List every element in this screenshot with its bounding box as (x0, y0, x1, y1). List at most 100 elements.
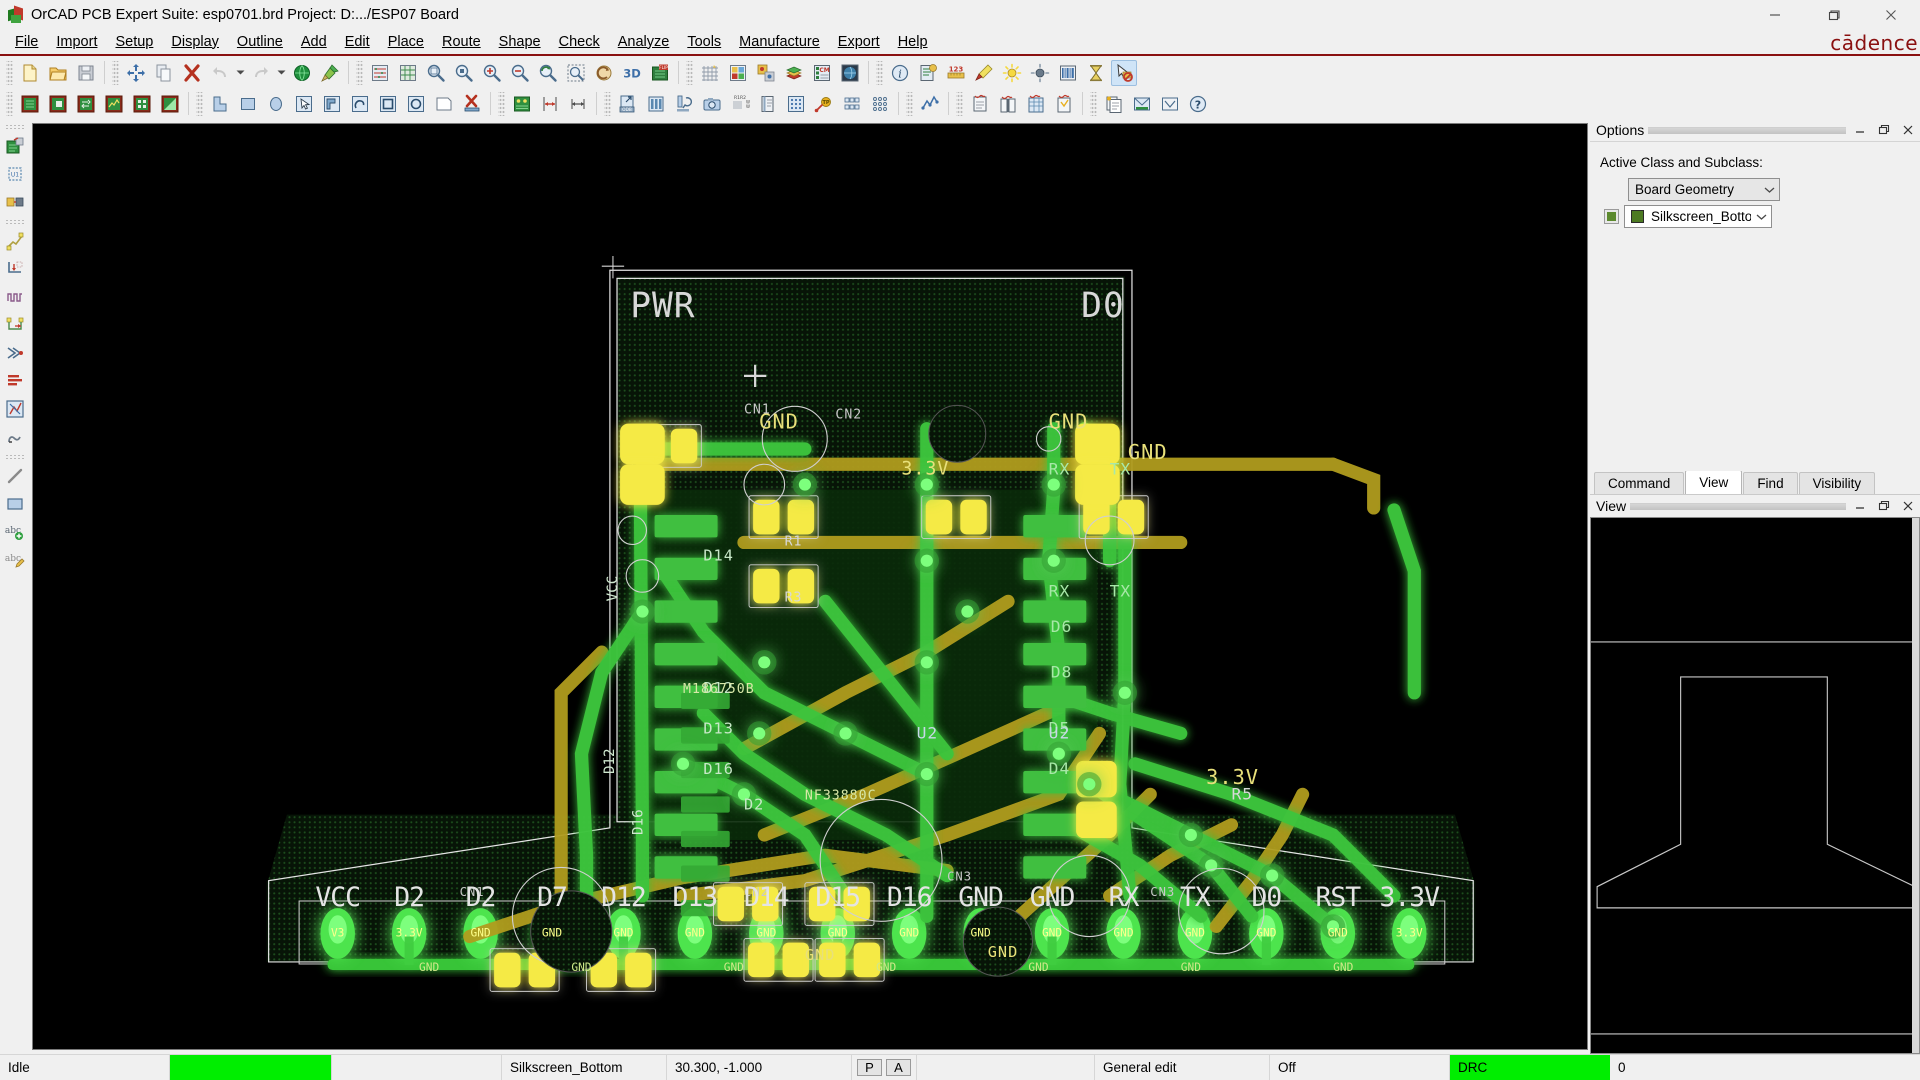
toolbar-grip[interactable] (604, 92, 611, 116)
zoom-fit-icon[interactable] (423, 60, 449, 86)
menu-outline[interactable]: Outline (228, 32, 292, 53)
nc-params-icon[interactable] (839, 91, 865, 117)
view-minimize-button[interactable] (1850, 496, 1870, 516)
view-3d-icon[interactable]: 3D (619, 60, 645, 86)
slide-icon[interactable] (2, 255, 28, 283)
redo-icon[interactable] (248, 60, 274, 86)
photoplot-icon[interactable] (699, 91, 725, 117)
r1r2-icon[interactable]: R1R2W1W2 (727, 91, 753, 117)
add-text-icon[interactable]: abc (2, 518, 28, 546)
placement-edit-icon[interactable] (17, 91, 43, 117)
panel-drag-rail[interactable] (1630, 503, 1846, 510)
toolbar-grip[interactable] (876, 61, 883, 85)
add-connect-icon[interactable] (2, 227, 28, 255)
view-float-button[interactable] (1874, 496, 1894, 516)
autoplace-icon[interactable] (129, 91, 155, 117)
spreadsheet-icon[interactable] (1023, 91, 1049, 117)
toolbar-grip[interactable] (956, 92, 963, 116)
menu-file[interactable]: File (6, 32, 47, 53)
menu-edit[interactable]: Edit (336, 32, 379, 53)
options-minimize-button[interactable] (1850, 120, 1870, 140)
flip-design-icon[interactable]: FLIP (647, 60, 673, 86)
view-preview-canvas[interactable] (1590, 517, 1920, 1054)
shape-circle-icon[interactable] (263, 91, 289, 117)
redo-dropdown-icon[interactable] (275, 60, 288, 86)
minimize-button[interactable] (1746, 0, 1804, 30)
tab-visibility[interactable]: Visibility (1799, 472, 1876, 494)
fanout-icon[interactable] (2, 339, 28, 367)
save-icon[interactable] (73, 60, 99, 86)
options-close-button[interactable] (1898, 120, 1918, 140)
drc-report-icon[interactable] (967, 91, 993, 117)
grid-toggle-icon[interactable] (697, 60, 723, 86)
odb-export-icon[interactable]: ODB (615, 91, 641, 117)
zoom-in-icon[interactable] (479, 60, 505, 86)
toolbar-grip[interactable] (6, 61, 13, 85)
menu-import[interactable]: Import (47, 32, 106, 53)
toolbar-grip[interactable] (112, 61, 119, 85)
active-subclass-dropdown[interactable]: Silkscreen_Bottom (1624, 205, 1772, 228)
dim-baseline-icon[interactable] (565, 91, 591, 117)
toolbar-grip[interactable] (686, 61, 693, 85)
place-manual-icon[interactable] (45, 91, 71, 117)
view-close-button[interactable] (1898, 496, 1918, 516)
route-auto-icon[interactable] (2, 395, 28, 423)
subclass-icon[interactable] (753, 60, 779, 86)
light-off-icon[interactable] (1027, 60, 1053, 86)
pin-swap-icon[interactable] (2, 188, 28, 216)
zoom-region-icon[interactable] (563, 60, 589, 86)
stream-out-icon[interactable] (1129, 91, 1155, 117)
shape-void-poly-icon[interactable] (347, 91, 373, 117)
shape-void-free-icon[interactable] (431, 91, 457, 117)
vtoolbar-grip[interactable] (5, 124, 25, 130)
close-button[interactable] (1862, 0, 1920, 30)
panel-drag-rail[interactable] (1648, 127, 1846, 134)
drill-chart-icon[interactable] (783, 91, 809, 117)
options-float-button[interactable] (1874, 120, 1894, 140)
edit-text-icon[interactable]: abc (2, 546, 28, 574)
toolbar-grip[interactable] (1090, 92, 1097, 116)
toolbar-grip[interactable] (6, 92, 13, 116)
ncdrill-icon[interactable] (671, 91, 697, 117)
cursor-noentry-icon[interactable] (1111, 60, 1137, 86)
signal-analysis-icon[interactable] (917, 91, 943, 117)
zoom-out-icon[interactable] (507, 60, 533, 86)
tab-find[interactable]: Find (1743, 472, 1797, 494)
hourglass-icon[interactable] (1083, 60, 1109, 86)
key-a-toggle[interactable]: A (886, 1059, 911, 1076)
tab-command[interactable]: Command (1594, 472, 1684, 494)
toolbar-grip[interactable] (498, 92, 505, 116)
custom-smooth-icon[interactable] (2, 367, 28, 395)
move-icon[interactable] (123, 60, 149, 86)
highlight-icon[interactable] (971, 60, 997, 86)
info-icon[interactable]: i (887, 60, 913, 86)
vtoolbar-grip[interactable] (5, 454, 25, 460)
menu-tools[interactable]: Tools (678, 32, 730, 53)
route-manual-icon[interactable] (2, 423, 28, 451)
pcb-design-canvas[interactable]: PWRD0GNDGNDGND3.3V3.3VRXTXRXTXD5D4D6D8D1… (32, 123, 1588, 1050)
cm-icon[interactable]: CM (809, 60, 835, 86)
drc-status-badge[interactable]: DRC (1450, 1055, 1610, 1080)
shape-void-circle-icon[interactable] (403, 91, 429, 117)
testprep-icon[interactable]: TP (811, 91, 837, 117)
stream-in-icon[interactable] (1157, 91, 1183, 117)
toolbar-grip[interactable] (906, 92, 913, 116)
component-edit-icon[interactable] (2, 132, 28, 160)
menu-help[interactable]: Help (889, 32, 937, 53)
shape-compose-icon[interactable] (319, 91, 345, 117)
shape-rect-icon[interactable] (235, 91, 261, 117)
toolbar-grip[interactable] (196, 92, 203, 116)
menu-place[interactable]: Place (379, 32, 433, 53)
toolbar-grip[interactable] (356, 61, 363, 85)
artwork-icon[interactable] (643, 91, 669, 117)
key-p-toggle[interactable]: P (857, 1059, 882, 1076)
rectangle-icon[interactable] (2, 490, 28, 518)
pin-icon[interactable] (317, 60, 343, 86)
globe-icon[interactable] (289, 60, 315, 86)
place-replicate-icon[interactable] (157, 91, 183, 117)
constraint-book-icon[interactable] (995, 91, 1021, 117)
refresh-icon[interactable] (591, 60, 617, 86)
shape-void-rect-icon[interactable] (375, 91, 401, 117)
copy-icon[interactable] (151, 60, 177, 86)
drill-legend-icon[interactable] (509, 91, 535, 117)
